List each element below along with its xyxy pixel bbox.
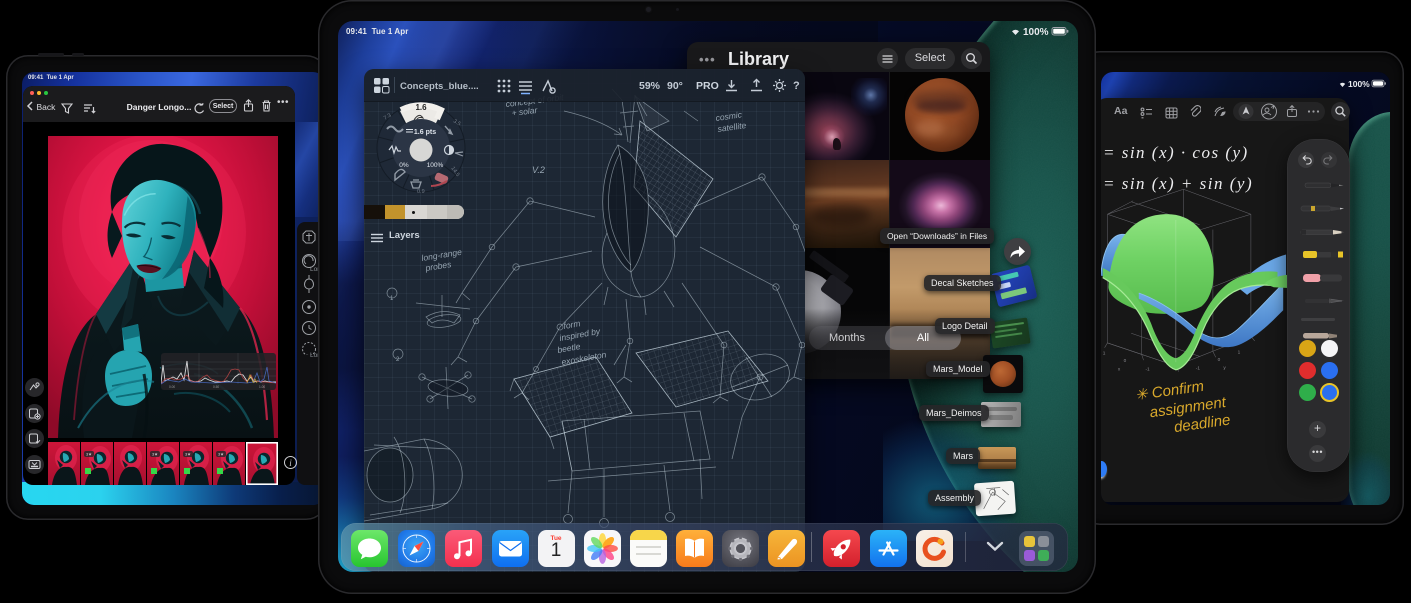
svg-text:-1: -1 (1196, 366, 1201, 372)
svg-text:100%: 100% (427, 162, 444, 169)
svg-text:1: 1 (390, 296, 394, 302)
svg-text:-1: -1 (1145, 367, 1150, 373)
svg-text:0.9: 0.9 (417, 189, 425, 195)
svg-text:1: 1 (1238, 349, 1241, 355)
svg-text:y: y (1223, 366, 1226, 371)
svg-text:1.6 pts: 1.6 pts (414, 129, 436, 136)
svg-text:x: x (1118, 368, 1121, 373)
svg-text:+ solar: + solar (511, 105, 539, 118)
svg-text:1.6: 1.6 (415, 103, 427, 112)
svg-text:2: 2 (396, 357, 400, 363)
svg-text:100%: 100% (1023, 27, 1049, 38)
svg-text:0: 0 (1218, 357, 1221, 363)
svg-text:100%: 100% (1348, 79, 1370, 89)
svg-text:1: 1 (1103, 350, 1106, 356)
svg-text:0: 0 (1124, 358, 1127, 364)
svg-text:beetle: beetle (557, 341, 582, 355)
svg-text:0%: 0% (399, 162, 409, 169)
svg-text:V.2: V.2 (532, 165, 545, 175)
